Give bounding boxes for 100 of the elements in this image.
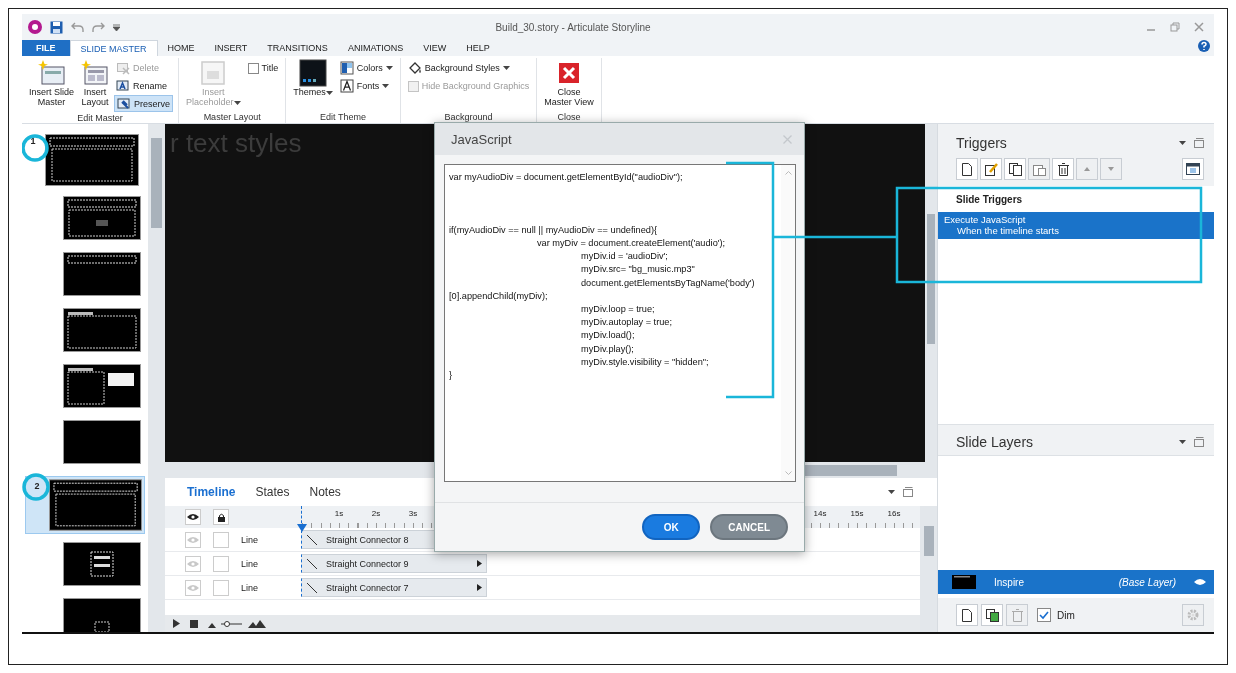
object-type: Line — [241, 558, 259, 569]
master-slide-item[interactable]: 1 — [22, 132, 148, 188]
customize-caret-icon[interactable] — [113, 23, 120, 31]
ribbon-button[interactable]: Background Styles — [405, 59, 532, 76]
play-icon[interactable] — [173, 619, 180, 628]
trash-icon — [1011, 608, 1023, 622]
scrollbar[interactable] — [148, 124, 165, 632]
ribbon-button[interactable]: Fonts — [337, 77, 395, 94]
cancel-button[interactable]: CANCEL — [710, 514, 788, 540]
line-icon — [306, 557, 318, 570]
new-trigger-button[interactable] — [956, 158, 978, 180]
checkbox-label: Dim — [1057, 609, 1075, 621]
group-label: Close — [556, 111, 582, 123]
slide-thumbnail[interactable] — [63, 420, 141, 464]
ok-button[interactable]: OK — [642, 514, 701, 540]
slide-thumbnail[interactable] — [63, 542, 141, 586]
collapse-caret-icon — [1179, 440, 1186, 444]
zoom-slider-icon[interactable] — [208, 619, 266, 628]
ribbon-button[interactable]: Preserve — [114, 95, 174, 112]
help-icon[interactable] — [1198, 40, 1210, 52]
restore-icon[interactable] — [903, 487, 913, 497]
ribbon-button[interactable]: Rename — [114, 77, 174, 94]
ribbon-button[interactable]: Close Master View — [542, 58, 596, 108]
redo-icon[interactable] — [92, 21, 105, 33]
slide-thumbnail[interactable] — [63, 196, 141, 240]
save-icon[interactable] — [50, 20, 63, 34]
collapse-caret-icon — [888, 490, 895, 494]
lock-icon[interactable] — [216, 512, 226, 522]
trigger-item[interactable]: Execute JavaScript When the timeline starts — [938, 212, 1214, 239]
duplicate-layer-button[interactable] — [981, 604, 1003, 626]
paste-icon — [1032, 162, 1046, 176]
placeholder-icon — [199, 59, 228, 87]
object-type: Line — [241, 582, 259, 593]
undo-icon[interactable] — [71, 21, 84, 33]
layout-star-icon — [81, 59, 110, 87]
object-type: Line — [241, 534, 259, 545]
page-icon — [962, 608, 972, 622]
variables-button[interactable] — [1182, 158, 1204, 180]
copy-icon — [1008, 162, 1022, 176]
edit-trigger-button[interactable] — [980, 158, 1002, 180]
restore-icon[interactable] — [1194, 138, 1204, 148]
slide-thumbnail[interactable] — [45, 134, 139, 186]
new-layer-button[interactable] — [956, 604, 978, 626]
playhead-icon[interactable] — [297, 524, 307, 532]
ribbon-tab[interactable]: VIEW — [413, 40, 457, 56]
trigger-action: Execute JavaScript — [944, 214, 1027, 225]
slide-thumbnail[interactable] — [63, 308, 141, 352]
delete-button[interactable] — [1052, 158, 1074, 180]
group-label: Edit Master — [76, 112, 124, 124]
color-swatch-icon — [339, 60, 354, 75]
panel-tab[interactable]: Notes — [309, 485, 341, 499]
lock-checkbox[interactable] — [213, 531, 229, 548]
layer-item[interactable]: Inspire (Base Layer) — [938, 570, 1214, 594]
window-icon — [1186, 163, 1200, 175]
slide-thumbnail[interactable] — [63, 252, 141, 296]
up-arrow-icon — [1084, 167, 1090, 171]
window-title: Build_30.story - Articulate Storyline — [494, 21, 652, 33]
ribbon-tab[interactable]: HELP — [456, 40, 500, 56]
expand-arrow-icon[interactable] — [477, 584, 482, 591]
lock-checkbox[interactable] — [213, 555, 229, 572]
highlight-circle — [22, 473, 50, 501]
timeline-bar[interactable]: Straight Connector 7 — [301, 578, 487, 597]
stop-icon[interactable] — [190, 619, 198, 628]
ribbon-tab[interactable]: FILE — [22, 40, 70, 56]
page-icon — [962, 162, 972, 176]
ribbon-button[interactable]: Colors — [337, 59, 395, 76]
ribbon-tab[interactable]: SLIDE MASTER — [69, 40, 158, 56]
down-arrow-icon — [1108, 167, 1114, 171]
section-heading: Slide Triggers — [955, 194, 1024, 207]
slide-thumbnail[interactable] — [48, 479, 142, 531]
lock-checkbox[interactable] — [213, 579, 229, 596]
layer-name: Inspire — [994, 576, 1025, 588]
panel-tab[interactable]: States — [255, 485, 290, 499]
checkbox[interactable] — [1037, 608, 1051, 622]
master-slide-item[interactable]: 2 — [25, 476, 145, 534]
time-label: 16s — [887, 509, 901, 518]
slide-thumbnail[interactable] — [63, 364, 141, 408]
copy-button[interactable] — [1004, 158, 1026, 180]
paint-bucket-icon — [407, 60, 422, 75]
ribbon-tab[interactable]: ANIMATIONS — [337, 40, 414, 56]
ribbon-button[interactable]: Insert Layout — [79, 58, 112, 108]
ribbon-tab[interactable]: TRANSITIONS — [257, 40, 338, 56]
scrollbar[interactable] — [920, 506, 937, 632]
close-icon[interactable] — [1194, 22, 1204, 32]
timeline-bar[interactable]: Straight Connector 9 — [301, 554, 487, 573]
expand-arrow-icon[interactable] — [477, 560, 482, 567]
font-icon — [339, 78, 354, 93]
layer-note: (Base Layer) — [1118, 576, 1176, 588]
ribbon-tab[interactable]: HOME — [157, 40, 205, 56]
restore-icon[interactable] — [1194, 437, 1204, 447]
trigger-condition: When the timeline starts — [956, 225, 1060, 236]
scrollbar[interactable] — [925, 124, 937, 462]
ribbon-button[interactable]: Themes — [291, 58, 335, 98]
panel-tab[interactable]: Timeline — [187, 485, 236, 499]
ribbon-tab[interactable]: INSERT — [204, 40, 258, 56]
ribbon-button[interactable]: Insert Slide Master — [27, 58, 77, 108]
eye-icon[interactable] — [187, 513, 199, 521]
slide-thumbnail[interactable] — [63, 598, 141, 632]
trash-icon — [1057, 162, 1069, 176]
checkbox[interactable] — [247, 62, 259, 74]
